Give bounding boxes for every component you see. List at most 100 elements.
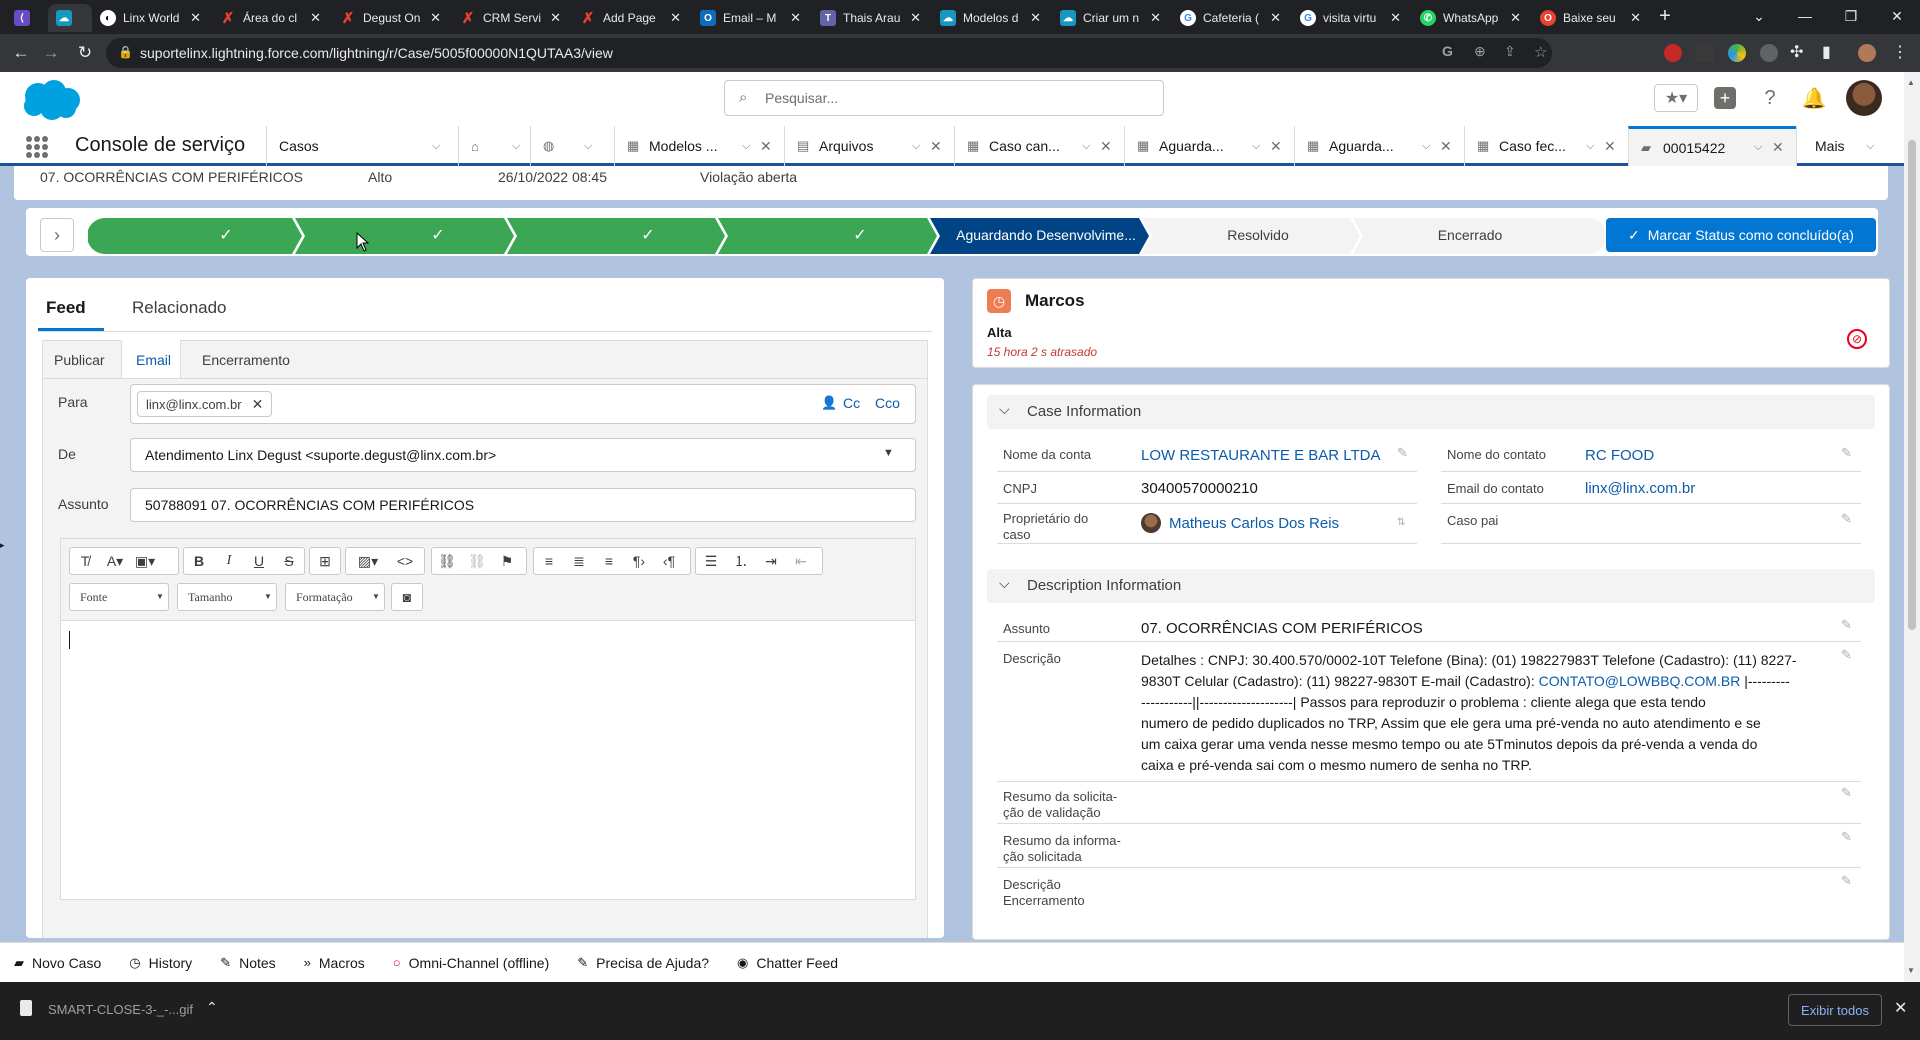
chevron-down-icon[interactable]: ⌵ (742, 140, 760, 153)
field-value-account[interactable]: LOW RESTAURANTE E BAR LTDA (1141, 447, 1380, 464)
close-icon[interactable]: ✕ (1150, 10, 1161, 26)
close-icon[interactable]: ✕ (310, 10, 321, 26)
console-tab[interactable]: ◍ ⌵ (530, 126, 602, 166)
field-value-owner[interactable]: Matheus Carlos Dos Reis (1169, 515, 1339, 532)
image-icon[interactable]: ▨▾ (346, 553, 390, 570)
chevron-down-icon[interactable]: ⌵ (1252, 140, 1270, 153)
extension-icon[interactable] (1664, 44, 1682, 62)
underline-icon[interactable]: U (244, 553, 274, 569)
more-tabs-button[interactable]: Mais ⌵ (1796, 126, 1896, 166)
close-icon[interactable]: ✕ (1270, 138, 1294, 155)
unlink-icon[interactable]: ⛓ (462, 553, 492, 570)
cc-link[interactable]: Cc (843, 395, 860, 411)
console-tab[interactable]: ▦ Aguarda... ⌵ ✕ (1294, 126, 1464, 166)
add-recipient-icon[interactable]: 👤 (821, 395, 837, 411)
bold-icon[interactable]: B (184, 553, 214, 569)
close-icon[interactable]: ✕ (760, 138, 784, 155)
close-icon[interactable]: ✕ (190, 10, 201, 26)
edit-pencil-icon[interactable]: ✎ (1841, 617, 1852, 633)
browser-tab[interactable]: ✆ WhatsApp ✕ (1412, 4, 1529, 32)
chevron-down-icon[interactable]: ⌵ (512, 140, 530, 153)
bcc-link[interactable]: Cco (875, 395, 900, 411)
browser-tab[interactable]: ◐ Linx World ✕ (92, 4, 209, 32)
from-select[interactable]: Atendimento Linx Degust <suporte.degust@… (130, 438, 916, 472)
tab-feed[interactable]: Feed (46, 298, 86, 318)
scroll-up-icon[interactable]: ▲ (1907, 78, 1915, 87)
utility-chatter-feed[interactable]: ◉ Chatter Feed (737, 955, 838, 971)
window-close-icon[interactable]: ✕ (1874, 0, 1920, 32)
restore-icon[interactable]: ❐ (1828, 0, 1874, 32)
field-value-contact[interactable]: RC FOOD (1585, 447, 1654, 464)
close-icon[interactable]: ✕ (930, 138, 954, 155)
address-bar[interactable]: 🔒 suportelinx.lightning.force.com/lightn… (106, 38, 1552, 68)
extension-icon[interactable] (1760, 44, 1778, 62)
chevron-down-icon[interactable]: ⌵ (912, 140, 930, 153)
browser-tab[interactable]: O Email – M ✕ (692, 4, 809, 32)
numbered-list-icon[interactable]: ⒈ (726, 551, 756, 571)
extension-icon[interactable] (1696, 44, 1714, 62)
chevron-up-icon[interactable]: ⌃ (206, 999, 218, 1016)
console-tab[interactable]: ▦ Aguarda... ⌵ ✕ (1124, 126, 1294, 166)
chevron-down-icon[interactable]: ⌵ (1082, 140, 1100, 153)
utility-macros[interactable]: » Macros (304, 955, 365, 971)
back-icon[interactable]: ← (8, 40, 34, 66)
scrollbar-thumb[interactable] (1908, 140, 1916, 630)
chevron-down-icon[interactable]: ⌵ (1754, 141, 1772, 154)
chevron-down-icon[interactable]: ⌵ (1586, 140, 1604, 153)
edit-pencil-icon[interactable]: ✎ (1841, 829, 1852, 845)
edit-pencil-icon[interactable]: ✎ (1841, 785, 1852, 801)
console-tab[interactable]: ▦ Modelos ... ⌵ ✕ (614, 126, 784, 166)
bullet-list-icon[interactable]: ☰ (696, 553, 726, 570)
rtl-icon[interactable]: ‹¶ (654, 553, 684, 569)
close-icon[interactable]: ✕ (1630, 10, 1641, 26)
link-icon[interactable]: ⛓ (432, 553, 462, 570)
extension-icon[interactable] (1728, 44, 1746, 62)
edit-pencil-icon[interactable]: ✎ (1841, 647, 1852, 663)
edit-pencil-icon[interactable]: ✎ (1841, 873, 1852, 889)
table-icon[interactable]: ⊞ (310, 553, 340, 570)
browser-tab[interactable]: G Cafeteria (✕ (1172, 4, 1289, 32)
mark-status-complete-button[interactable]: ✓ Marcar Status como concluído(a) (1606, 218, 1876, 252)
change-owner-icon[interactable]: ⇅ (1397, 517, 1405, 528)
format-dropdown[interactable]: Formatação ▼ (285, 583, 385, 611)
italic-icon[interactable]: I (214, 553, 244, 569)
close-icon[interactable]: ✕ (790, 10, 801, 26)
page-scrollbar[interactable]: ▲ ▼ (1904, 72, 1920, 982)
close-icon[interactable]: ✕ (1510, 10, 1521, 26)
collapse-handle[interactable]: ▸ (0, 540, 8, 551)
text-color-icon[interactable]: A▾ (100, 553, 130, 570)
align-left-icon[interactable]: ≡ (534, 553, 564, 569)
strikethrough-icon[interactable]: S (274, 553, 304, 569)
clear-format-icon[interactable]: T̸ (70, 553, 100, 569)
font-dropdown[interactable]: Fonte ▼ (69, 583, 169, 611)
notifications-bell-icon[interactable]: 🔔 (1800, 84, 1828, 112)
close-icon[interactable]: ✕ (550, 10, 561, 26)
minimize-icon[interactable]: — (1782, 0, 1828, 32)
path-toggle-icon[interactable]: › (40, 218, 74, 252)
publisher-tab-publicar[interactable]: Publicar (54, 352, 105, 368)
close-icon[interactable]: ✕ (430, 10, 441, 26)
chevron-down-icon[interactable]: ⌵ (432, 140, 458, 153)
indent-icon[interactable]: ⇥ (756, 553, 786, 570)
close-icon[interactable]: ✕ (910, 10, 921, 26)
browser-tab[interactable]: ✗ CRM Servi ✕ (452, 4, 569, 32)
close-icon[interactable]: ✕ (1100, 138, 1124, 155)
browser-tab[interactable]: ✗ Área do cl ✕ (212, 4, 329, 32)
browser-tab-active[interactable]: ☁ (48, 4, 92, 32)
browser-tab[interactable]: ✗ Degust On ✕ (332, 4, 449, 32)
to-field[interactable]: linx@linx.com.br ✕ 👤 Cc Cco (130, 384, 916, 424)
outdent-icon[interactable]: ⇤ (786, 553, 816, 570)
download-filename[interactable]: SMART-CLOSE-3-_-...gif (48, 1002, 193, 1017)
edit-pencil-icon[interactable]: ✎ (1841, 445, 1852, 461)
console-tab[interactable]: ⌂ ⌵ (458, 126, 530, 166)
bookmark-star-icon[interactable]: ☆ (1534, 43, 1547, 61)
app-launcher-icon[interactable] (26, 136, 48, 158)
object-nav-casos[interactable]: Casos ⌵ (266, 126, 458, 166)
quick-text-icon[interactable]: ◙ (392, 589, 422, 605)
utility-omni-channel[interactable]: ○ Omni-Channel (offline) (393, 955, 549, 971)
profile-avatar[interactable] (1858, 44, 1876, 62)
close-icon[interactable]: ✕ (1604, 138, 1628, 155)
close-icon[interactable]: ✕ (1772, 139, 1796, 156)
align-right-icon[interactable]: ≡ (594, 553, 624, 569)
subject-input[interactable]: 50788091 07. OCORRÊNCIAS COM PERIFÉRICOS (130, 488, 916, 522)
